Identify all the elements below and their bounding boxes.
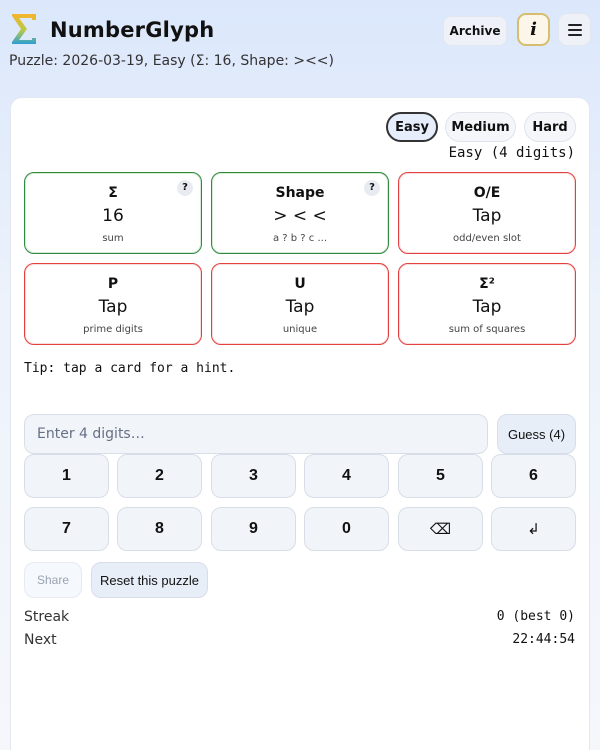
- guess-input[interactable]: [24, 414, 488, 454]
- clue-card-sum[interactable]: Σ 16 sum ?: [24, 172, 202, 254]
- clue-title: Σ²: [479, 276, 495, 292]
- enter-key[interactable]: ↲: [491, 507, 576, 551]
- clue-value: Tap: [472, 206, 502, 226]
- clue-value: Tap: [285, 297, 315, 317]
- next-label: Next: [24, 632, 57, 648]
- info-icon: i: [530, 19, 537, 40]
- reset-puzzle-button[interactable]: Reset this puzzle: [91, 562, 208, 598]
- clue-description: unique: [282, 324, 318, 335]
- key-6[interactable]: 6: [491, 454, 576, 498]
- clue-card-odd-even[interactable]: O/E Tap odd/even slot: [398, 172, 576, 254]
- clue-value: 16: [102, 206, 124, 226]
- enter-icon: ↲: [527, 521, 540, 538]
- help-icon[interactable]: ?: [364, 180, 380, 196]
- puzzle-subtitle: Puzzle: 2026-03-19, Easy (Σ: 16, Shape: …: [9, 53, 335, 69]
- clue-value: Tap: [98, 297, 128, 317]
- clue-card-unique[interactable]: U Tap unique: [211, 263, 389, 345]
- key-2[interactable]: 2: [117, 454, 202, 498]
- clue-card-shape[interactable]: Shape > < < a ? b ? c ... ?: [211, 172, 389, 254]
- clue-title: P: [107, 276, 119, 292]
- key-9[interactable]: 9: [211, 507, 296, 551]
- hint-tip: Tip: tap a card for a hint.: [24, 361, 236, 376]
- difficulty-easy-button[interactable]: Easy: [386, 112, 438, 142]
- clue-title: O/E: [473, 185, 501, 201]
- app-header: NumberGlyph Archive i: [0, 0, 600, 60]
- share-button[interactable]: Share: [24, 562, 82, 598]
- help-icon[interactable]: ?: [177, 180, 193, 196]
- guess-button[interactable]: Guess (4): [497, 414, 576, 454]
- key-8[interactable]: 8: [117, 507, 202, 551]
- difficulty-hard-button[interactable]: Hard: [524, 112, 576, 142]
- difficulty-medium-button[interactable]: Medium: [445, 112, 516, 142]
- clue-description: sum of squares: [448, 324, 526, 335]
- sigma-logo-icon: [12, 14, 36, 44]
- hamburger-menu-icon: [567, 23, 582, 36]
- clue-title: U: [294, 276, 306, 292]
- clue-description: sum: [102, 233, 124, 244]
- key-4[interactable]: 4: [304, 454, 389, 498]
- key-5[interactable]: 5: [398, 454, 483, 498]
- clue-title: Shape: [275, 185, 325, 201]
- clue-title: Σ: [108, 185, 118, 201]
- difficulty-status: Easy (4 digits): [448, 145, 575, 161]
- menu-button[interactable]: [558, 13, 591, 46]
- clue-card-prime[interactable]: P Tap prime digits: [24, 263, 202, 345]
- info-button[interactable]: i: [517, 13, 550, 46]
- clue-value: Tap: [472, 297, 502, 317]
- clue-card-sum-of-squares[interactable]: Σ² Tap sum of squares: [398, 263, 576, 345]
- clue-description: odd/even slot: [453, 233, 521, 244]
- key-0[interactable]: 0: [304, 507, 389, 551]
- backspace-key[interactable]: ⌫: [398, 507, 483, 551]
- backspace-icon: ⌫: [429, 521, 452, 538]
- streak-value: 0 (best 0): [496, 609, 575, 624]
- clue-value: > < <: [273, 206, 327, 226]
- key-1[interactable]: 1: [24, 454, 109, 498]
- key-3[interactable]: 3: [211, 454, 296, 498]
- archive-button[interactable]: Archive: [443, 16, 507, 46]
- clue-description: a ? b ? c ...: [272, 233, 328, 244]
- next-countdown: 22:44:54: [512, 632, 575, 647]
- key-7[interactable]: 7: [24, 507, 109, 551]
- clue-description: prime digits: [83, 324, 143, 335]
- app-title: NumberGlyph: [50, 18, 215, 42]
- streak-label: Streak: [24, 609, 70, 625]
